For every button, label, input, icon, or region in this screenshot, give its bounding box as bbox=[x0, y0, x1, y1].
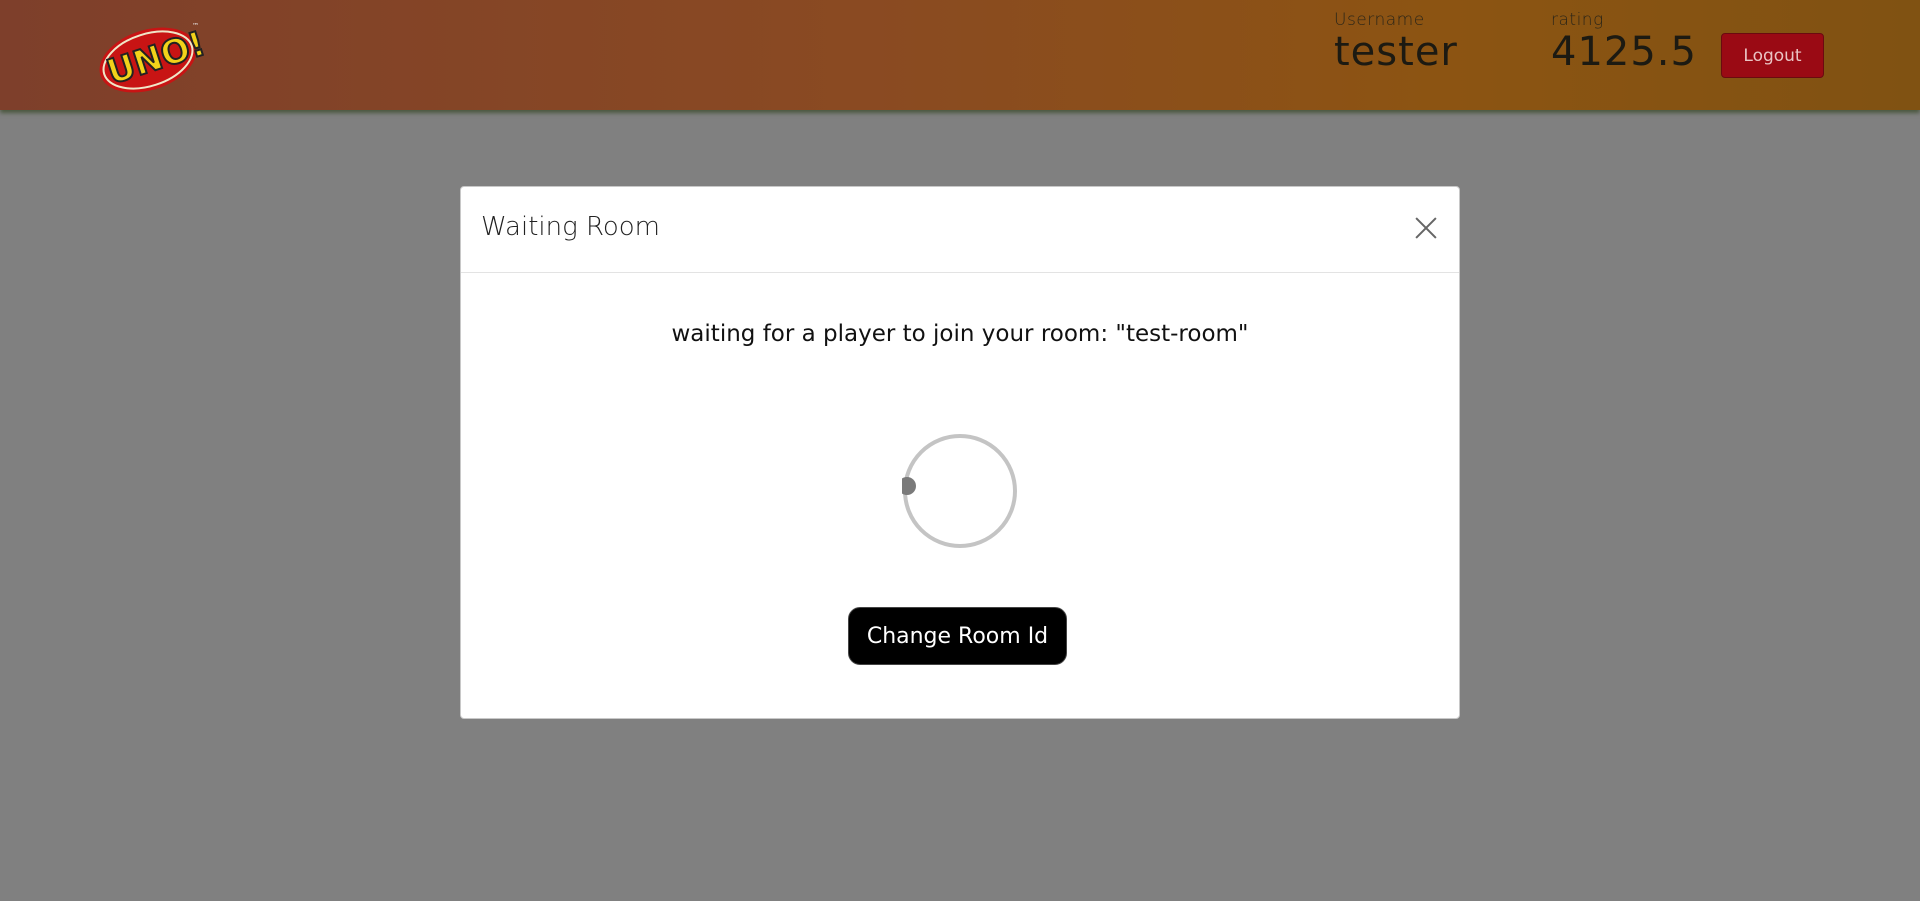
modal-header: Waiting Room bbox=[461, 187, 1459, 273]
waiting-room-modal: Waiting Room waiting for a player to joi… bbox=[460, 186, 1460, 719]
waiting-message: waiting for a player to join your room: … bbox=[671, 321, 1249, 347]
logout-button[interactable]: Logout bbox=[1721, 33, 1824, 78]
svg-text:™: ™ bbox=[192, 22, 199, 30]
change-room-id-button[interactable]: Change Room Id bbox=[848, 607, 1067, 665]
username-caption: Username bbox=[1334, 10, 1425, 30]
close-icon[interactable] bbox=[1411, 213, 1441, 243]
username-value: tester bbox=[1334, 29, 1458, 75]
uno-logo[interactable]: UNO! ™ bbox=[96, 18, 211, 94]
rating-display: rating 4125.5 bbox=[1551, 10, 1697, 74]
rating-value: 4125.5 bbox=[1551, 29, 1697, 75]
rating-caption: rating bbox=[1551, 10, 1604, 30]
username-display: Username tester bbox=[1334, 10, 1458, 74]
modal-title: Waiting Room bbox=[481, 212, 661, 242]
top-navbar: UNO! ™ Username tester rating 4125.5 Log… bbox=[0, 0, 1920, 110]
loading-spinner-icon bbox=[898, 433, 1018, 549]
